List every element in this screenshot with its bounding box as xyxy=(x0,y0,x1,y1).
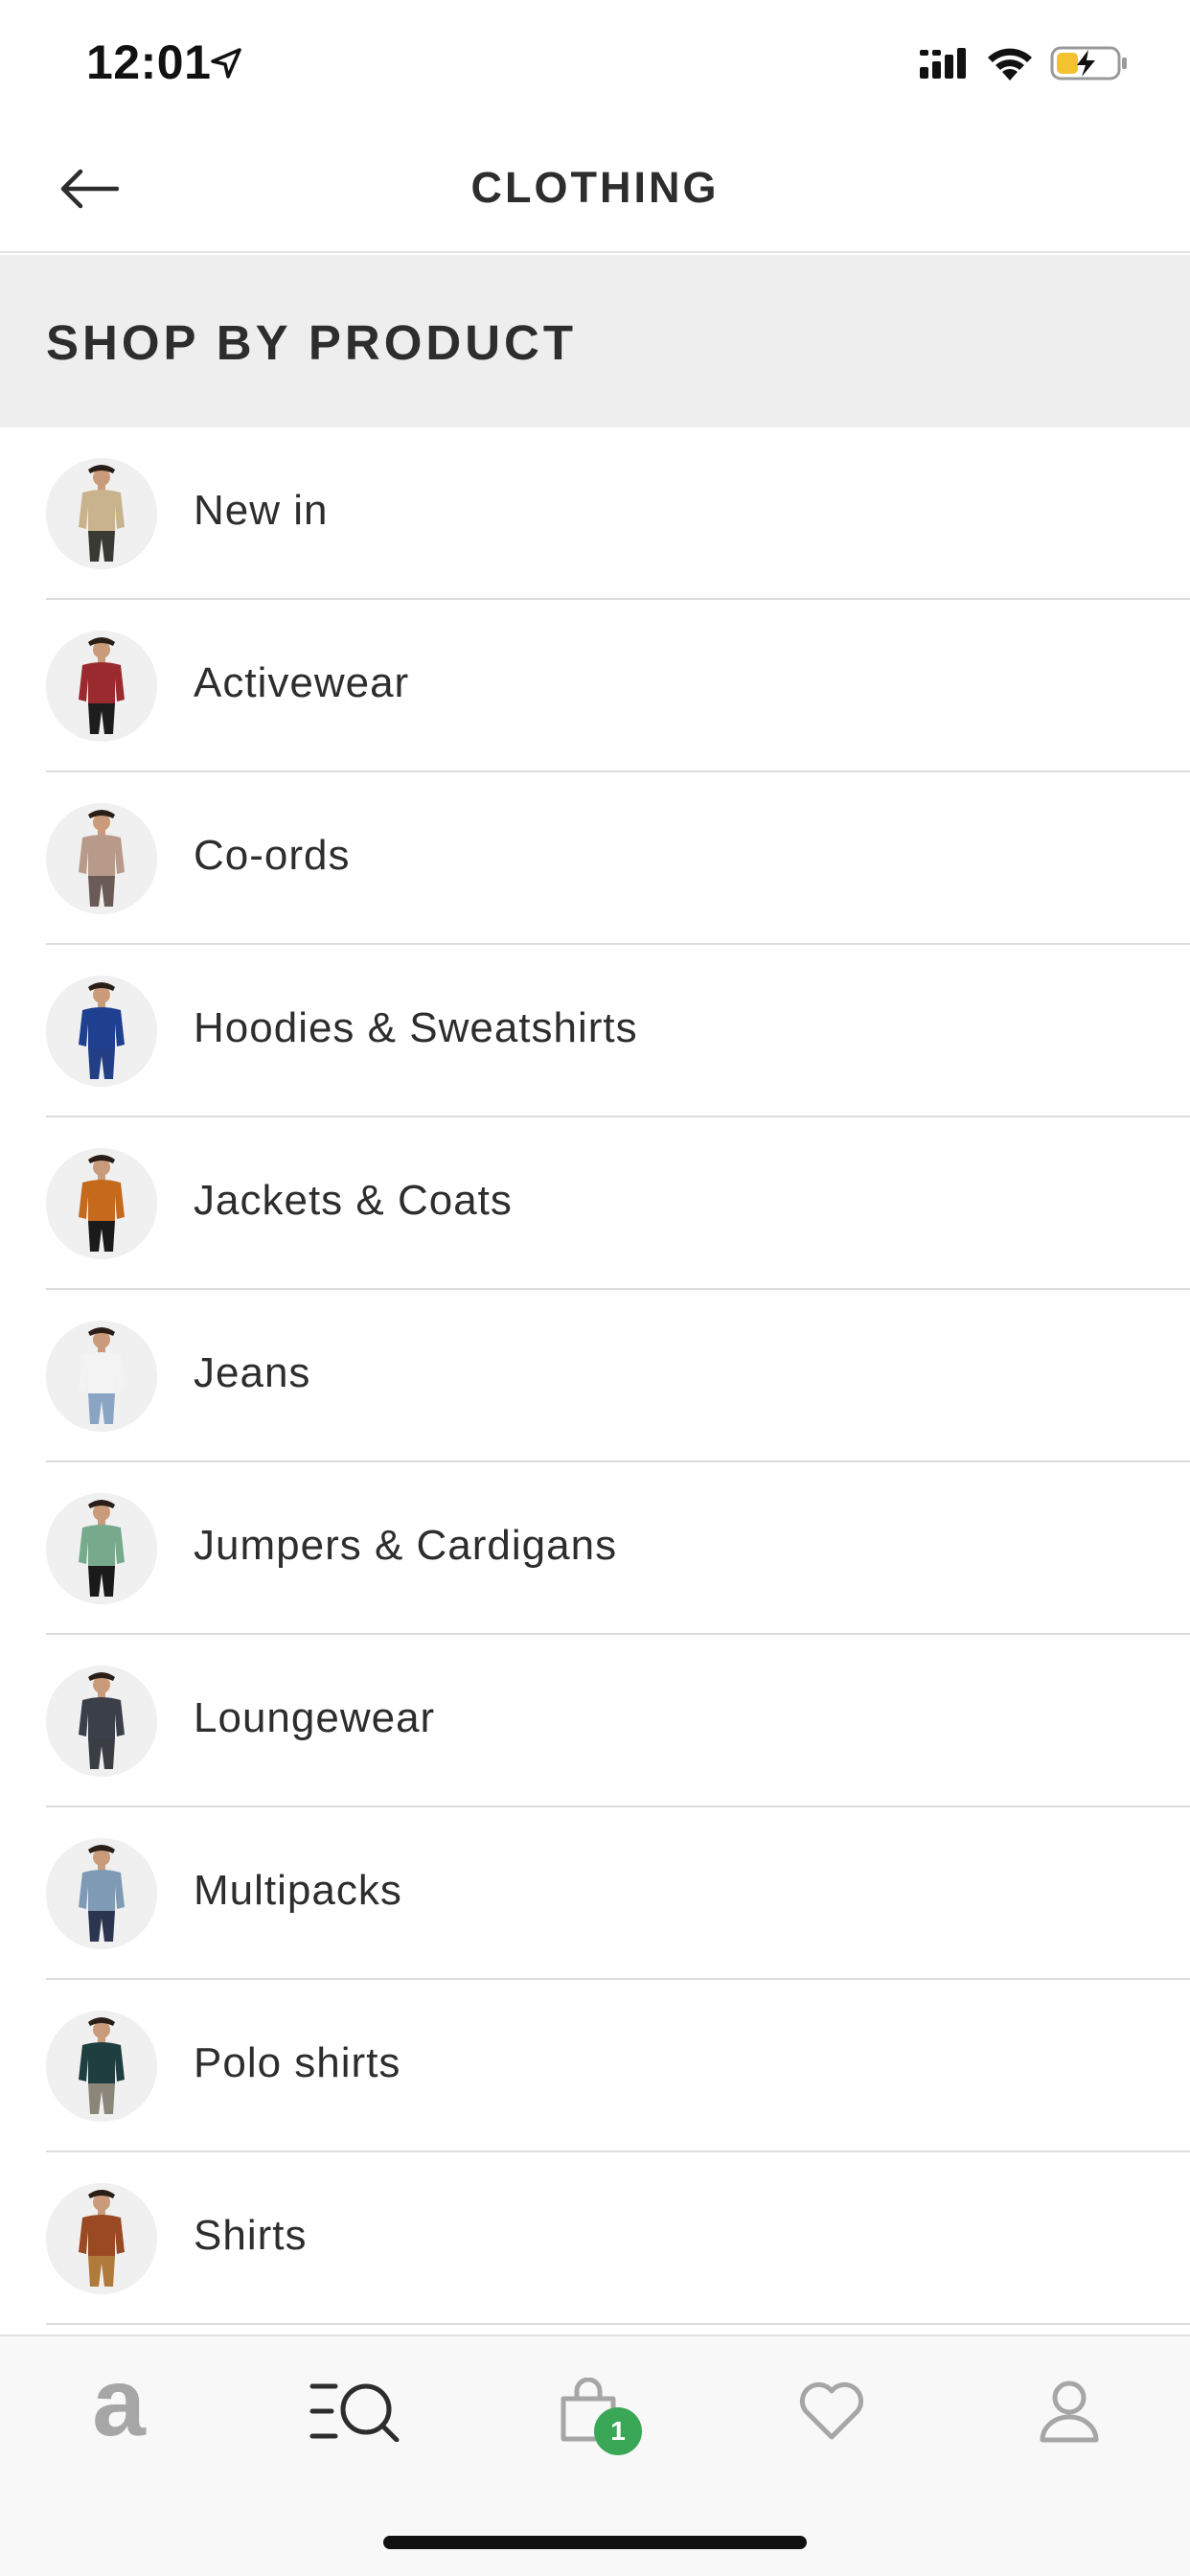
status-time: 12:01 xyxy=(86,35,212,89)
category-thumbnail xyxy=(46,1321,157,1432)
bottom-tab-bar: a 1 xyxy=(0,2334,1190,2576)
home-indicator xyxy=(383,2536,807,2549)
section-title: SHOP BY PRODUCT xyxy=(46,315,578,370)
tab-bag[interactable]: 1 xyxy=(537,2363,652,2459)
category-item-co-ords[interactable]: Co-ords xyxy=(0,772,1190,945)
category-thumbnail xyxy=(46,458,157,569)
model-photo-icon xyxy=(46,2011,157,2122)
category-thumbnail xyxy=(46,976,157,1087)
category-item-loungewear[interactable]: Loungewear xyxy=(0,1635,1190,1807)
location-arrow-icon xyxy=(211,48,241,79)
category-label: Multipacks xyxy=(194,1867,402,1914)
model-photo-icon xyxy=(46,631,157,742)
category-label: Jumpers & Cardigans xyxy=(194,1522,618,1569)
category-label: Loungewear xyxy=(194,1694,436,1741)
category-item-activewear[interactable]: Activewear xyxy=(0,600,1190,772)
model-photo-icon xyxy=(46,2183,157,2294)
category-item-jackets-coats[interactable]: Jackets & Coats xyxy=(0,1117,1190,1290)
category-item-shirts[interactable]: Shirts xyxy=(0,2152,1190,2325)
category-list: New in Activewear Co-ords Hoodies & Swea… xyxy=(0,427,1190,2325)
category-label: Co-ords xyxy=(194,832,351,879)
model-photo-icon xyxy=(46,803,157,914)
model-photo-icon xyxy=(46,1493,157,1604)
tab-home[interactable]: a xyxy=(61,2355,176,2459)
category-thumbnail xyxy=(46,631,157,742)
heart-icon xyxy=(799,2381,864,2440)
category-thumbnail xyxy=(46,1148,157,1259)
category-label: New in xyxy=(194,487,329,534)
category-label: Jeans xyxy=(194,1349,311,1396)
model-photo-icon xyxy=(46,1666,157,1777)
brand-a-icon: a xyxy=(92,2349,146,2456)
category-label: Hoodies & Sweatshirts xyxy=(194,1004,638,1051)
model-photo-icon xyxy=(46,458,157,569)
battery-charging-icon xyxy=(1050,46,1127,80)
category-item-hoodies-sweatshirts[interactable]: Hoodies & Sweatshirts xyxy=(0,945,1190,1117)
category-thumbnail xyxy=(46,2011,157,2122)
model-photo-icon xyxy=(46,1148,157,1259)
page-title: CLOTHING xyxy=(470,163,720,212)
category-thumbnail xyxy=(46,1493,157,1604)
category-item-new-in[interactable]: New in xyxy=(0,427,1190,600)
category-item-jumpers-cardigans[interactable]: Jumpers & Cardigans xyxy=(0,1462,1190,1635)
category-thumbnail xyxy=(46,1838,157,1949)
wifi-icon xyxy=(988,48,1032,80)
category-label: Activewear xyxy=(194,659,410,706)
screen: 12:01 CLOTHING SHOP BY PRODUCT New in Ac… xyxy=(0,0,1190,2576)
category-thumbnail xyxy=(46,803,157,914)
category-item-polo-shirts[interactable]: Polo shirts xyxy=(0,1980,1190,2152)
model-photo-icon xyxy=(46,976,157,1087)
category-thumbnail xyxy=(46,1666,157,1777)
category-item-jeans[interactable]: Jeans xyxy=(0,1290,1190,1462)
model-photo-icon xyxy=(46,1321,157,1432)
header-bar: CLOTHING xyxy=(0,126,1190,253)
bag-count-badge: 1 xyxy=(594,2407,642,2455)
category-label: Shirts xyxy=(194,2212,308,2259)
status-bar: 12:01 xyxy=(0,0,1190,126)
search-menu-icon xyxy=(309,2383,400,2442)
person-icon xyxy=(1040,2380,1099,2443)
tab-search[interactable] xyxy=(297,2363,412,2459)
tab-saved[interactable] xyxy=(774,2363,889,2459)
model-photo-icon xyxy=(46,1838,157,1949)
section-header: SHOP BY PRODUCT xyxy=(0,255,1190,427)
category-label: Polo shirts xyxy=(194,2039,401,2086)
cellular-signal-icon xyxy=(920,48,966,79)
category-thumbnail xyxy=(46,2183,157,2294)
tab-account[interactable] xyxy=(1012,2363,1127,2459)
category-label: Jackets & Coats xyxy=(194,1177,513,1224)
category-item-multipacks[interactable]: Multipacks xyxy=(0,1807,1190,1980)
